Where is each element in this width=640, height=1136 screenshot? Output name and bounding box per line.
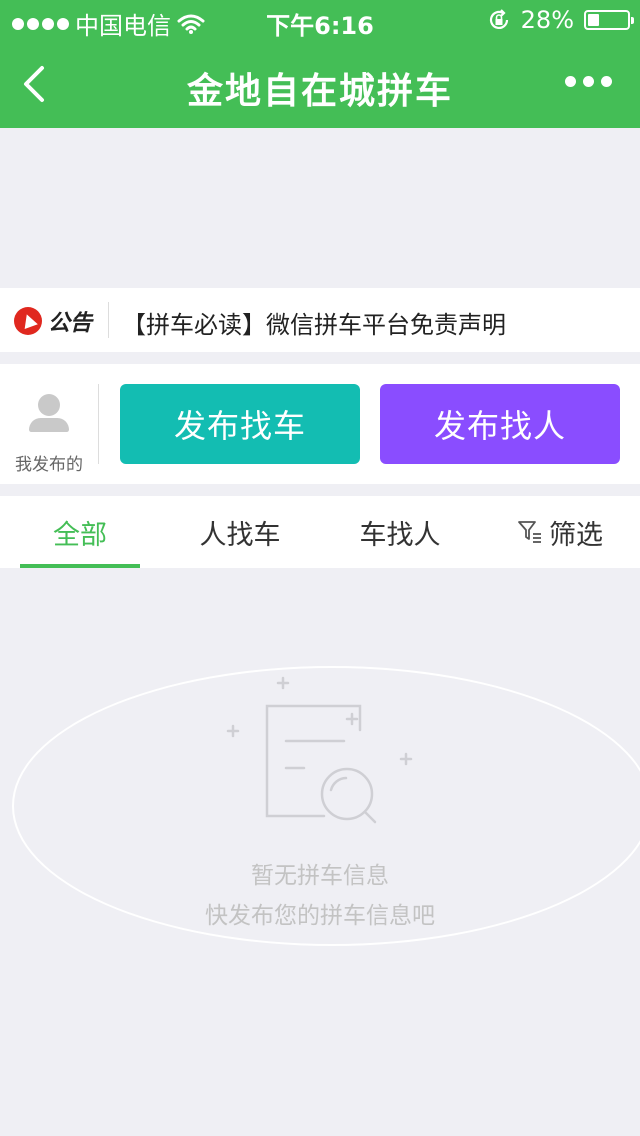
my-posts-button[interactable]: 我发布的: [8, 392, 90, 475]
empty-title: 暂无拼车信息: [251, 863, 389, 889]
notice-link[interactable]: 【拼车必读】微信拼车平台免责声明: [122, 305, 506, 340]
notice-bar[interactable]: 公告 【拼车必读】微信拼车平台免责声明: [0, 288, 640, 352]
my-posts-label: 我发布的: [15, 455, 83, 475]
filter-tabs: 全部 人找车 车找人 筛选: [0, 496, 640, 568]
empty-search-document-icon: [226, 676, 413, 824]
page-title: 金地自在城拼车: [186, 71, 453, 112]
notice-divider: [108, 302, 109, 338]
publish-divider: [98, 384, 99, 464]
tab-filter[interactable]: 筛选: [480, 496, 640, 568]
tab-filter-label: 筛选: [549, 519, 603, 551]
publish-find-person-button[interactable]: 发布找人: [380, 384, 620, 464]
tab-car-find-person[interactable]: 车找人: [320, 496, 480, 568]
tab-person-find-car[interactable]: 人找车: [160, 496, 320, 568]
publish-find-car-button[interactable]: 发布找车: [120, 384, 360, 464]
filter-icon: [518, 521, 541, 543]
status-bar: 中国电信 下午6:16 28%: [0, 0, 640, 946]
publish-card: 我发布的 发布找车 发布找人: [0, 364, 640, 484]
battery-percent: 28%: [520, 6, 574, 34]
rotation-lock-icon: [489, 9, 508, 29]
more-dots-icon[interactable]: [565, 76, 612, 87]
empty-state: 暂无拼车信息 快发布您的拼车信息吧: [0, 660, 640, 940]
notice-logo-icon: [14, 307, 42, 335]
status-right: 28%: [487, 6, 634, 34]
empty-subtitle: 快发布您的拼车信息吧: [205, 903, 435, 929]
notice-badge: 公告: [14, 305, 92, 337]
user-avatar-icon: [29, 392, 69, 432]
nav-bar: 金地自在城拼车: [0, 40, 640, 128]
tab-all[interactable]: 全部: [0, 496, 160, 568]
notice-badge-text: 公告: [48, 310, 93, 336]
battery-icon: [584, 10, 634, 30]
